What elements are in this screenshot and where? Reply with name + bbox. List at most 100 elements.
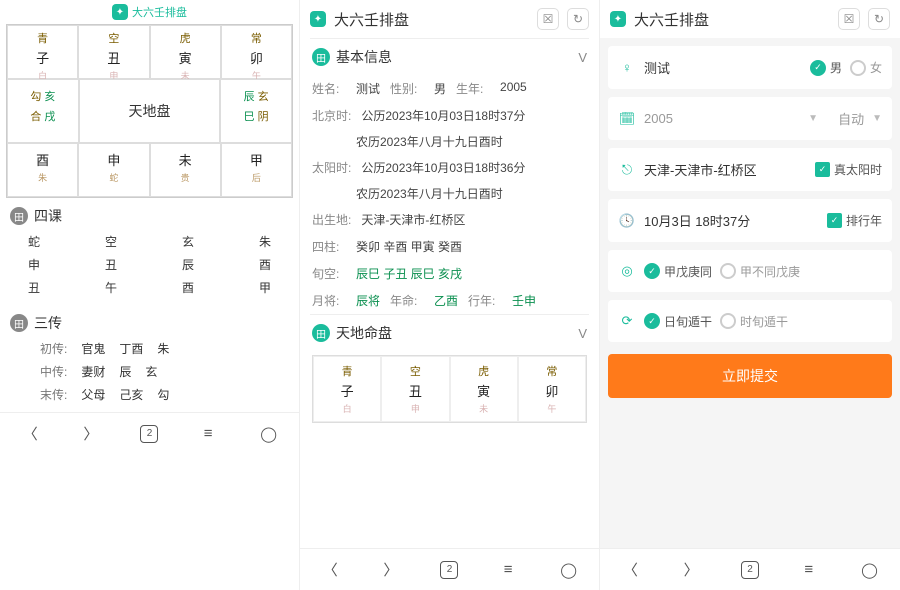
- row-xunkong: 旬空:辰巳 子丑 辰巳 亥戌: [310, 260, 589, 287]
- home-icon[interactable]: ◯: [558, 559, 580, 581]
- mini-cell: 虎寅未: [450, 356, 518, 422]
- bottom-nav: 〈 〉 2 ≡ ◯: [300, 548, 599, 590]
- grid-cell: 酉朱: [7, 143, 78, 197]
- shield-icon: ✦: [610, 11, 626, 27]
- mini-title-text: 大六壬排盘: [132, 4, 187, 20]
- pxn-checkbox[interactable]: ✓排行年: [827, 212, 882, 229]
- opt-shixun[interactable]: 时旬遁干: [720, 313, 788, 330]
- row-sizhu: 四柱:癸卯 辛酉 甲寅 癸酉: [310, 233, 589, 260]
- sike-body: 蛇空玄朱申丑辰酉丑午酉甲: [0, 230, 299, 305]
- home-icon[interactable]: ◯: [258, 423, 280, 445]
- target-icon: ◎: [618, 262, 636, 280]
- option-row-1: ◎ ✓甲戊庚同 甲不同戊庚: [608, 250, 892, 292]
- tabs-icon[interactable]: 2: [440, 561, 458, 579]
- section-title: 基本信息: [336, 47, 572, 67]
- forward-icon[interactable]: 〉: [80, 423, 102, 445]
- row-name: 姓名:测试 性别:男 生年:2005: [310, 75, 589, 102]
- section-sike: 田 四课: [0, 198, 299, 230]
- location-icon: ⎋: [618, 161, 636, 179]
- opt-jwg-same[interactable]: ✓甲戊庚同: [644, 263, 712, 280]
- input-location-row[interactable]: ⎋ 天津-天津市-红桥区 ✓真太阳时: [608, 148, 892, 191]
- opt-rixun[interactable]: ✓日旬遁干: [644, 313, 712, 330]
- chevron-down-icon: ▼: [872, 113, 882, 124]
- mini-cell: 空丑申: [381, 356, 449, 422]
- section-sanchuan: 田 三传: [0, 305, 299, 337]
- row-bjtime2: 农历2023年八月十九日酉时: [310, 129, 589, 154]
- input-year-row[interactable]: 🗓 2005 ▼ 自动 ▼: [608, 97, 892, 140]
- section-icon: 田: [10, 207, 28, 225]
- clock-icon: 🕓: [618, 212, 636, 230]
- refresh-icon[interactable]: ↻: [868, 8, 890, 30]
- bottom-nav: 〈 〉 2 ≡ ◯: [0, 412, 299, 454]
- name-value: 测试: [644, 58, 802, 77]
- datetime-value: 10月3日 18时37分: [644, 211, 819, 230]
- cycle-icon: ⟳: [618, 312, 636, 330]
- bookmark-icon[interactable]: ☒: [838, 8, 860, 30]
- submit-button[interactable]: 立即提交: [608, 354, 892, 398]
- chevron-down-icon: V: [578, 50, 587, 65]
- input-datetime-row[interactable]: 🕓 10月3日 18时37分 ✓排行年: [608, 199, 892, 242]
- row-suntime2: 农历2023年八月十九日酉时: [310, 181, 589, 206]
- menu-icon[interactable]: ≡: [197, 423, 219, 445]
- forward-icon[interactable]: 〉: [680, 559, 702, 581]
- grid-cell: 空丑申: [78, 25, 149, 79]
- bookmark-icon[interactable]: ☒: [537, 8, 559, 30]
- row-bjtime: 北京时:公历2023年10月03日18时37分: [310, 102, 589, 129]
- app-title: 大六壬排盘: [634, 9, 830, 30]
- menu-icon[interactable]: ≡: [497, 559, 519, 581]
- auto-label: 自动: [838, 109, 864, 128]
- calendar-icon: 🗓: [618, 110, 636, 128]
- row-suntime: 太阳时:公历2023年10月03日18时36分: [310, 154, 589, 181]
- menu-icon[interactable]: ≡: [798, 559, 820, 581]
- sanchuan-title: 三传: [34, 313, 62, 333]
- shield-icon: ✦: [310, 11, 326, 27]
- gender-female[interactable]: 女: [850, 59, 882, 76]
- shield-icon: ✦: [112, 4, 128, 20]
- center-label: 天地盘: [129, 101, 171, 121]
- input-name-row[interactable]: ♀ 测试 ✓男 女: [608, 46, 892, 89]
- tiandi-grid: 青子白空丑申虎寅未常卯午 勾 亥合 戌 天地盘 辰 玄巳 阴 酉朱申蛇未贵甲后: [6, 24, 293, 198]
- grid-right: 辰 玄巳 阴: [220, 79, 292, 143]
- person-icon: ♀: [618, 59, 636, 77]
- header: ✦ 大六壬排盘 ☒ ↻: [300, 0, 599, 38]
- grid-cell: 虎寅未: [150, 25, 221, 79]
- mini-cell: 青子白: [313, 356, 381, 422]
- tabs-icon[interactable]: 2: [741, 561, 759, 579]
- refresh-icon[interactable]: ↻: [567, 8, 589, 30]
- basic-info-header[interactable]: 田 基本信息 V: [310, 38, 589, 75]
- grid-cell: 未贵: [150, 143, 221, 197]
- home-icon[interactable]: ◯: [859, 559, 881, 581]
- bottom-nav: 〈 〉 2 ≡ ◯: [600, 548, 900, 590]
- grid-cell: 青子白: [7, 25, 78, 79]
- back-icon[interactable]: 〈: [619, 559, 641, 581]
- tabs-icon[interactable]: 2: [140, 425, 158, 443]
- year-value: 2005: [644, 111, 800, 126]
- section-title: 天地命盘: [336, 323, 572, 343]
- sanchuan-body: 初传:官鬼丁酉朱中传:妻财辰玄末传:父母己亥勾: [0, 337, 299, 412]
- forward-icon[interactable]: 〉: [380, 559, 402, 581]
- section-icon: 田: [312, 48, 330, 66]
- chevron-down-icon: V: [578, 326, 587, 341]
- grid-center: 天地盘: [79, 79, 221, 143]
- mingpan-header[interactable]: 田 天地命盘 V: [310, 314, 589, 351]
- grid-cell: 申蛇: [78, 143, 149, 197]
- row-yuejiang: 月将:辰将 年命:乙酉 行年:壬申: [310, 287, 589, 314]
- grid-cell: 常卯午: [221, 25, 292, 79]
- option-row-2: ⟳ ✓日旬遁干 时旬遁干: [608, 300, 892, 342]
- header: ✦ 大六壬排盘 ☒ ↻: [600, 0, 900, 38]
- mini-cell: 常卯午: [518, 356, 586, 422]
- back-icon[interactable]: 〈: [19, 423, 41, 445]
- true-sun-checkbox[interactable]: ✓真太阳时: [815, 161, 882, 178]
- page-mini-title: ✦ 大六壬排盘: [0, 0, 299, 24]
- section-icon: 田: [10, 314, 28, 332]
- sike-title: 四课: [34, 206, 62, 226]
- gender-male[interactable]: ✓男: [810, 59, 842, 76]
- row-location: 出生地:天津-天津市-红桥区: [310, 206, 589, 233]
- location-value: 天津-天津市-红桥区: [644, 160, 807, 179]
- app-title: 大六壬排盘: [334, 9, 529, 30]
- back-icon[interactable]: 〈: [319, 559, 341, 581]
- opt-jwg-diff[interactable]: 甲不同戊庚: [720, 263, 800, 280]
- section-icon: 田: [312, 324, 330, 342]
- grid-cell: 甲后: [221, 143, 292, 197]
- chevron-down-icon: ▼: [808, 113, 818, 124]
